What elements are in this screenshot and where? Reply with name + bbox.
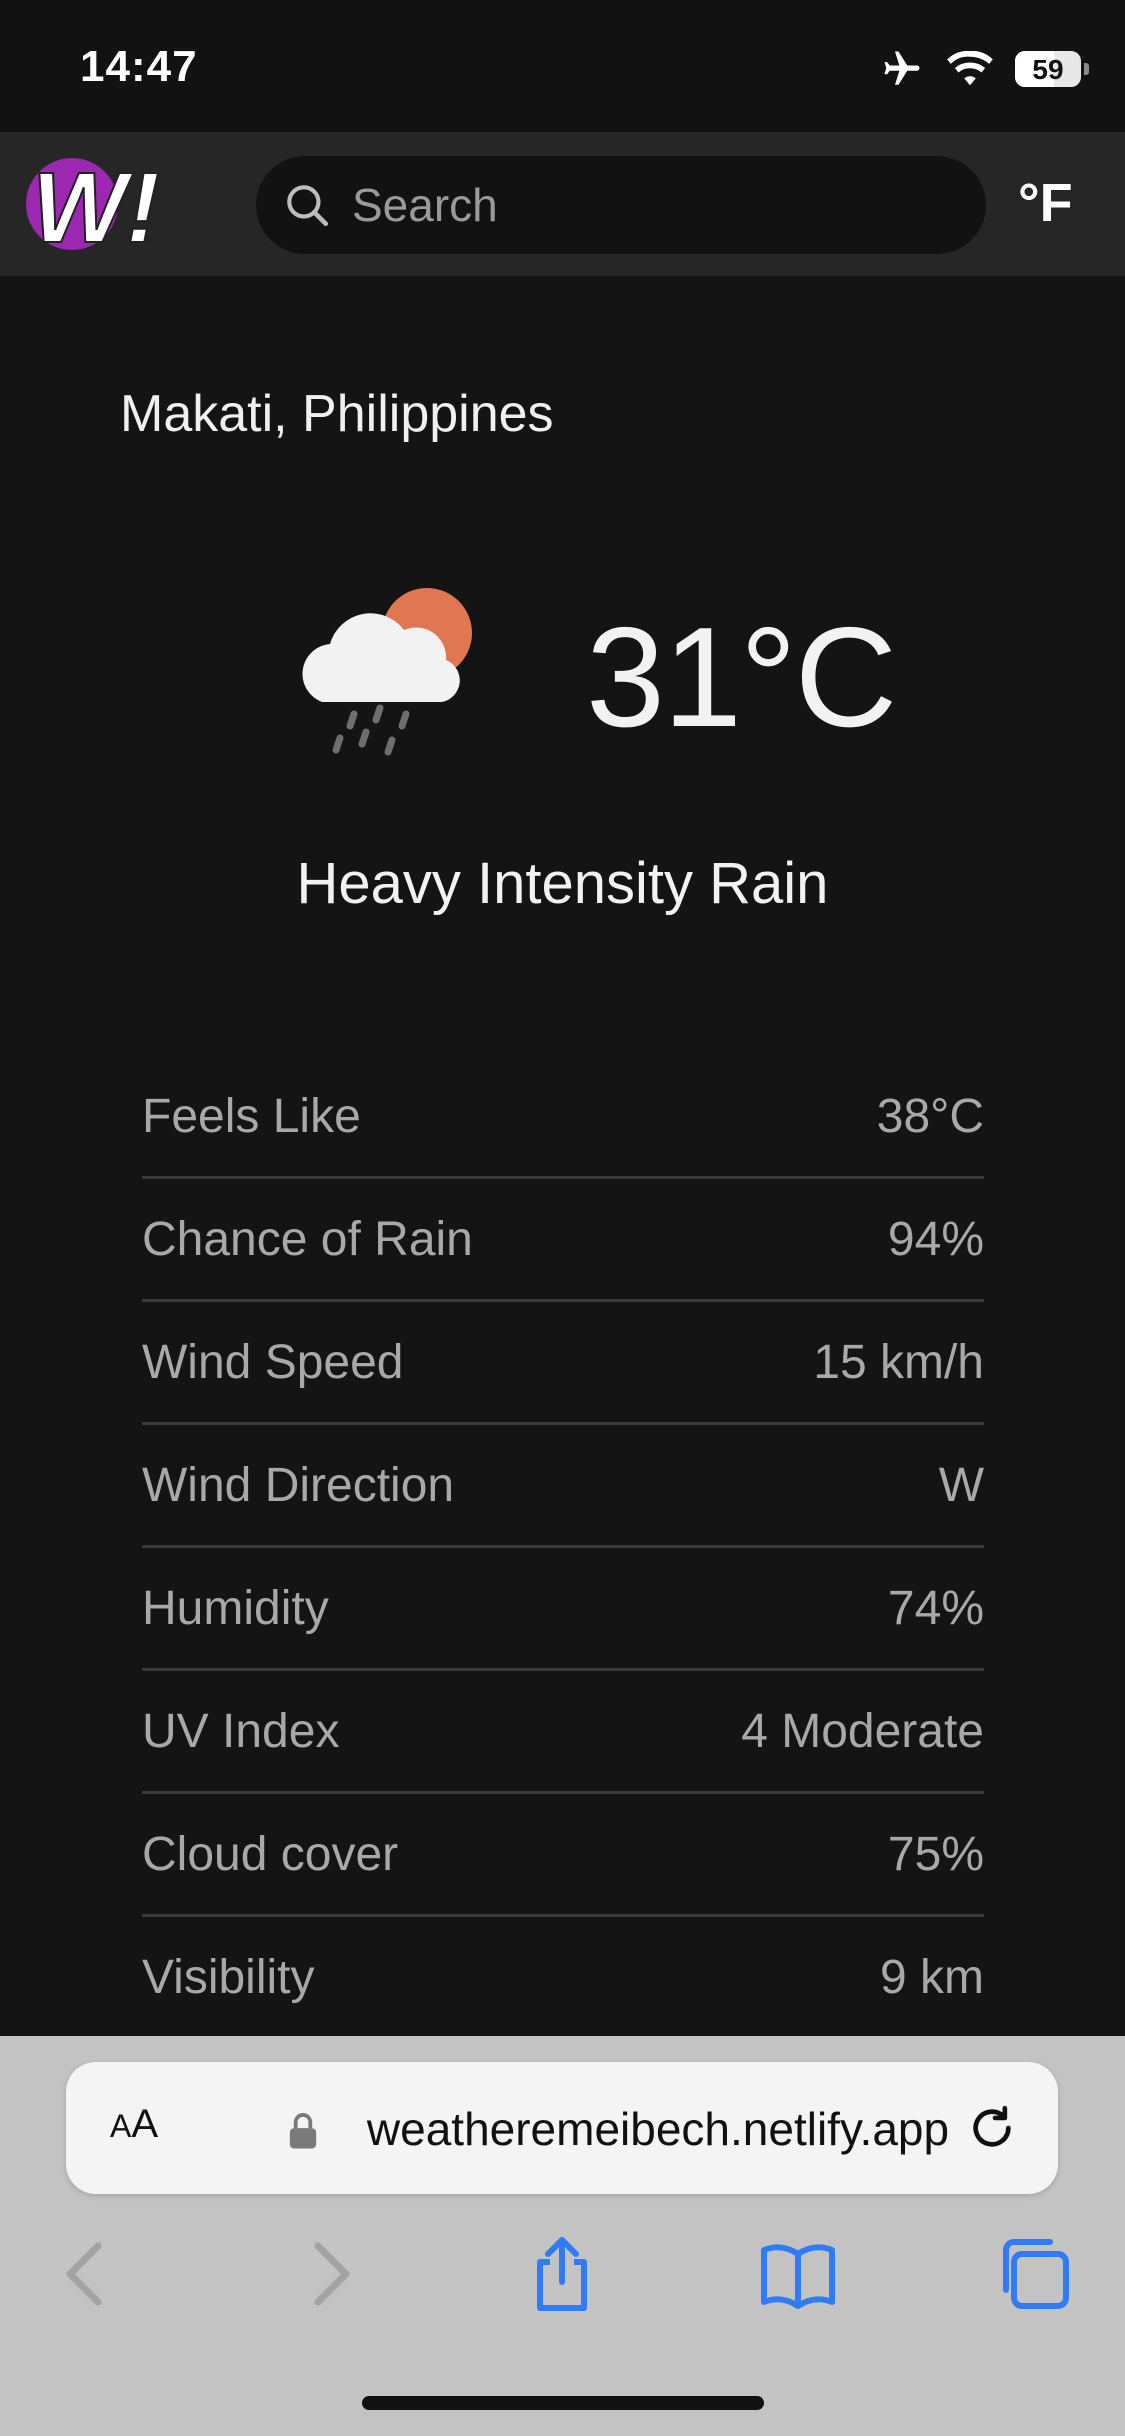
- detail-label: Chance of Rain: [142, 1212, 473, 1266]
- detail-label: UV Index: [142, 1704, 340, 1758]
- app-header: W! °F: [0, 132, 1125, 276]
- detail-row-humidity: Humidity 74%: [142, 1548, 984, 1671]
- detail-row-chance-of-rain: Chance of Rain 94%: [142, 1179, 984, 1302]
- browser-toolbar: AA weatheremeibech.netlify.app: [0, 2036, 1125, 2436]
- wifi-icon: [947, 51, 993, 86]
- battery-cap: [1084, 63, 1089, 75]
- app-logo[interactable]: W!: [24, 154, 184, 254]
- detail-row-visibility: Visibility 9 km: [142, 1917, 984, 2040]
- search-input[interactable]: [352, 156, 952, 254]
- status-bar: 14:47 59: [0, 0, 1125, 132]
- airplane-icon: [884, 51, 920, 85]
- detail-row-cloud-cover: Cloud cover 75%: [142, 1794, 984, 1917]
- detail-label: Feels Like: [142, 1089, 361, 1143]
- detail-label: Wind Speed: [142, 1335, 404, 1389]
- detail-label: Wind Direction: [142, 1458, 455, 1512]
- url-text[interactable]: weatheremeibech.netlify.app: [278, 2102, 978, 2156]
- tabs-icon[interactable]: [994, 2234, 1074, 2314]
- forward-icon[interactable]: [290, 2234, 370, 2314]
- detail-row-wind-speed: Wind Speed 15 km/h: [142, 1302, 984, 1425]
- search-bar[interactable]: [256, 156, 986, 254]
- detail-label: Visibility: [142, 1950, 315, 2004]
- logo-text: W!: [32, 154, 160, 254]
- detail-value: 75%: [887, 1827, 984, 1881]
- share-icon[interactable]: [522, 2234, 602, 2314]
- detail-value: 4 Moderate: [741, 1704, 984, 1758]
- status-time: 14:47: [80, 42, 198, 91]
- aa-small: A: [110, 2108, 132, 2144]
- detail-value: 74%: [887, 1581, 984, 1635]
- back-icon[interactable]: [46, 2234, 126, 2314]
- weather-condition: Heavy Intensity Rain: [296, 851, 829, 916]
- detail-row-wind-direction: Wind Direction W: [142, 1425, 984, 1548]
- home-indicator[interactable]: [362, 2396, 764, 2410]
- unit-toggle-button[interactable]: °F: [1018, 172, 1073, 234]
- current-temperature: 31°C: [586, 598, 897, 757]
- bookmarks-icon[interactable]: [758, 2234, 838, 2314]
- screen: 14:47 59 W! Search °F Makati, Philippine…: [0, 0, 1125, 2436]
- detail-row-uv-index: UV Index 4 Moderate: [142, 1671, 984, 1794]
- reader-options-button[interactable]: AA: [110, 2102, 158, 2147]
- detail-value: W: [938, 1458, 984, 1512]
- rain-cloud-sun-icon: [302, 588, 472, 756]
- battery-percentage: 59: [1032, 54, 1064, 85]
- detail-label: Cloud cover: [142, 1827, 399, 1881]
- reload-icon[interactable]: [964, 2100, 1020, 2156]
- search-icon: [287, 185, 329, 227]
- weather-details-list: Feels Like 38°C Chance of Rain 94% Wind …: [142, 1056, 984, 2040]
- detail-row-feels-like: Feels Like 38°C: [142, 1056, 984, 1179]
- detail-value: 9 km: [879, 1950, 984, 2004]
- detail-value: 94%: [887, 1212, 984, 1266]
- detail-label: Humidity: [142, 1581, 329, 1635]
- status-icons: 59: [879, 46, 1089, 92]
- address-bar[interactable]: AA weatheremeibech.netlify.app: [66, 2062, 1058, 2194]
- detail-value: 15 km/h: [813, 1335, 984, 1389]
- detail-value: 38°C: [876, 1089, 984, 1143]
- battery-icon: 59: [1015, 51, 1089, 87]
- location-name: Makati, Philippines: [120, 385, 554, 443]
- aa-large: A: [131, 2102, 159, 2146]
